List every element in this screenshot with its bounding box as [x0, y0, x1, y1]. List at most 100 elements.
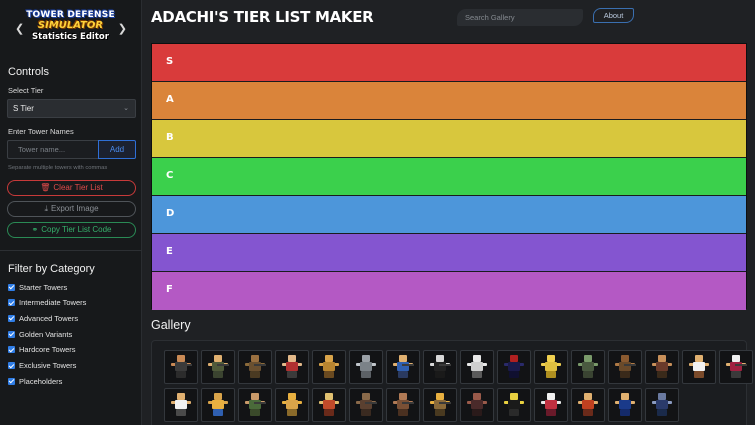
- warden-tower-icon: [614, 392, 636, 418]
- chevron-left-icon[interactable]: ❮: [15, 22, 24, 35]
- category-filter-label: Hardcore Towers: [19, 345, 76, 355]
- tower-name-input[interactable]: [7, 140, 99, 159]
- medic-tower-card[interactable]: [460, 350, 494, 384]
- category-filter-item[interactable]: Advanced Towers: [8, 313, 78, 323]
- ranger-tower-card[interactable]: [238, 388, 272, 422]
- tier-row-a[interactable]: A: [152, 82, 746, 120]
- category-filter-item[interactable]: Placeholders: [8, 376, 62, 386]
- category-filter-item[interactable]: Golden Variants: [8, 329, 72, 339]
- export-image-label: Export Image: [50, 204, 99, 213]
- clear-tier-list-button[interactable]: 🗑 Clear Tier List: [7, 180, 136, 196]
- pyro-tower-icon: [429, 354, 451, 380]
- logo-line-2: SIMULATOR: [37, 20, 104, 31]
- chef-tower-card[interactable]: [682, 350, 716, 384]
- brawler-tower-card[interactable]: [275, 350, 309, 384]
- tier-select[interactable]: S Tier ⌄: [7, 99, 136, 118]
- tier-row-b[interactable]: B: [152, 120, 746, 158]
- samurai-tower-card[interactable]: [719, 350, 753, 384]
- ranger-tower-icon: [244, 392, 266, 418]
- tier-row-f[interactable]: F: [152, 272, 746, 310]
- brute-tower-card[interactable]: [201, 388, 235, 422]
- checkbox-checked-icon[interactable]: [8, 377, 15, 385]
- commander-tower-card[interactable]: [645, 350, 679, 384]
- samurai-tower-icon: [725, 354, 747, 380]
- boxer-tower-card[interactable]: [164, 388, 198, 422]
- scout-tower-icon: [170, 354, 192, 380]
- sniper-tower-icon: [244, 354, 266, 380]
- pyro-tower-card[interactable]: [423, 350, 457, 384]
- category-filter-label: Exclusive Towers: [19, 361, 77, 370]
- tier-row-s[interactable]: S: [152, 44, 746, 82]
- brawler-tower-icon: [281, 354, 303, 380]
- search-gallery-input[interactable]: [457, 9, 583, 26]
- electro-tower-icon: [651, 392, 673, 418]
- checkbox-checked-icon[interactable]: [8, 362, 15, 369]
- filter-title: Filter by Category: [8, 263, 95, 275]
- soldier-tower-card[interactable]: [201, 350, 235, 384]
- mortar-tower-card[interactable]: [386, 388, 420, 422]
- freezer-tower-icon: [540, 392, 562, 418]
- warden-tower-card[interactable]: [608, 388, 642, 422]
- militant-tower-card[interactable]: [423, 388, 457, 422]
- scout-tower-card[interactable]: [164, 350, 198, 384]
- electro-tower-card[interactable]: [645, 388, 679, 422]
- tier-row-c[interactable]: C: [152, 158, 746, 196]
- cowboy-tower-icon: [614, 354, 636, 380]
- enter-names-label: Enter Tower Names: [8, 127, 74, 136]
- crook-tower-card[interactable]: [460, 388, 494, 422]
- category-filter-item[interactable]: Intermediate Towers: [8, 298, 86, 308]
- checkbox-checked-icon[interactable]: [8, 283, 15, 291]
- tier-label: B: [166, 132, 174, 143]
- chevron-right-icon[interactable]: ❯: [118, 22, 127, 35]
- category-filter-label: Starter Towers: [19, 282, 68, 292]
- controls-title: Controls: [8, 66, 49, 78]
- golden-tower-card[interactable]: [534, 350, 568, 384]
- category-filter-label: Placeholders: [19, 376, 63, 386]
- plane-tower-card[interactable]: [349, 350, 383, 384]
- gallery: [151, 340, 753, 425]
- about-button[interactable]: About: [593, 8, 634, 23]
- category-filter-item[interactable]: Exclusive Towers: [8, 361, 76, 371]
- toxic-tower-card[interactable]: [497, 388, 531, 422]
- tier-label: D: [166, 208, 175, 219]
- tier-row-d[interactable]: D: [152, 196, 746, 234]
- zombie-tower-card[interactable]: [571, 350, 605, 384]
- gunner-tower-card[interactable]: [386, 350, 420, 384]
- golden-tower-icon: [540, 354, 562, 380]
- engineer-tower-card[interactable]: [275, 388, 309, 422]
- tier-row-e[interactable]: E: [152, 234, 746, 272]
- add-button[interactable]: Add: [98, 140, 136, 159]
- clear-tier-list-label: Clear Tier List: [53, 183, 103, 192]
- cowboy-tower-card[interactable]: [608, 350, 642, 384]
- sidebar-divider: [0, 250, 142, 251]
- chef-tower-icon: [688, 354, 710, 380]
- chevron-down-icon: ⌄: [123, 105, 129, 112]
- category-filter-item[interactable]: Hardcore Towers: [8, 345, 76, 355]
- mortar-tower-icon: [392, 392, 414, 418]
- checkbox-checked-icon[interactable]: [8, 299, 15, 307]
- export-image-button[interactable]: ⤓ Export Image: [7, 201, 136, 217]
- sniper-tower-card[interactable]: [238, 350, 272, 384]
- checkbox-checked-icon[interactable]: [8, 314, 15, 322]
- turret-tower-card[interactable]: [349, 388, 383, 422]
- checkbox-checked-icon[interactable]: [8, 330, 15, 338]
- hunter-tower-card[interactable]: [497, 350, 531, 384]
- demoman-tower-card[interactable]: [312, 350, 346, 384]
- tier-label: F: [166, 284, 173, 295]
- accelerator-tower-card[interactable]: [312, 388, 346, 422]
- ace-pilot-tower-card[interactable]: [571, 388, 605, 422]
- engineer-tower-icon: [281, 392, 303, 418]
- tier-list: S A B C D E F: [151, 43, 747, 310]
- page-title: ADACHI'S TIER LIST MAKER: [151, 8, 374, 26]
- demoman-tower-icon: [318, 354, 340, 380]
- freezer-tower-card[interactable]: [534, 388, 568, 422]
- commander-tower-icon: [651, 354, 673, 380]
- select-tier-label: Select Tier: [8, 86, 44, 95]
- download-icon: ⤓: [44, 204, 48, 213]
- category-filter-item[interactable]: Starter Towers: [8, 282, 67, 292]
- checkbox-checked-icon[interactable]: [8, 346, 15, 354]
- category-filter-label: Intermediate Towers: [19, 298, 87, 308]
- plane-tower-icon: [355, 354, 377, 380]
- copy-tier-list-code-button[interactable]: ⚭ Copy Tier List Code: [7, 222, 136, 238]
- turret-tower-icon: [355, 392, 377, 418]
